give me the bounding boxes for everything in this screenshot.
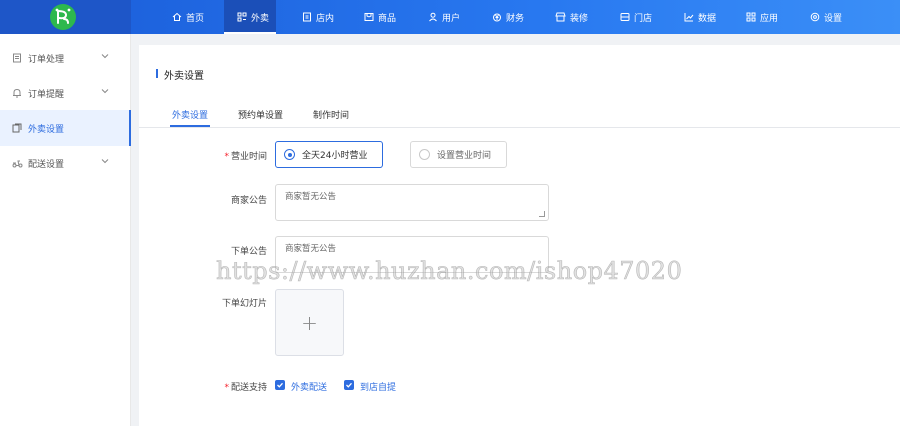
order-slides-label: 下单幻灯片	[221, 299, 267, 309]
chevron-down-icon	[101, 157, 109, 167]
chevron-down-icon	[101, 87, 109, 97]
nav-item-shop[interactable]: 门店	[620, 0, 664, 34]
required-mark: *	[224, 152, 229, 162]
delivery-support-label: * 配送支持	[207, 380, 267, 393]
top-nav-bar: 首页 外卖 店内 商品 用户 财务 装修 门店 数据 应用 设置	[0, 0, 900, 34]
brand-logo[interactable]	[0, 0, 131, 34]
nav-label: 数据	[698, 13, 717, 24]
nav-item-settings[interactable]: 设置	[810, 0, 854, 34]
nav-label: 装修	[570, 13, 589, 24]
nav-label: 商品	[378, 13, 397, 24]
sidebar-item-label: 订单处理	[28, 54, 65, 65]
sidebar-item-order-processing[interactable]: 订单处理	[0, 40, 131, 76]
page-title: 外卖设置	[156, 67, 204, 82]
check-icon	[346, 382, 352, 388]
data-chart-icon	[684, 12, 694, 22]
apps-grid-icon	[746, 12, 756, 22]
nav-item-goods[interactable]: 商品	[364, 0, 408, 34]
radio-label: 设置营业时间	[437, 151, 492, 161]
shop-icon	[620, 12, 630, 22]
nav-label: 财务	[506, 13, 525, 24]
business-hours-label: * 营业时间	[207, 149, 267, 162]
nav-item-user[interactable]: 用户	[428, 0, 472, 34]
plus-icon: +	[301, 310, 318, 335]
nav-label: 门店	[634, 13, 653, 24]
merchant-notice-textarea[interactable]: 商家暂无公告	[275, 184, 549, 221]
resize-handle-icon[interactable]	[539, 211, 545, 217]
checkbox-label-takeout[interactable]: 外卖配送	[291, 380, 327, 393]
order-doc-icon	[12, 53, 24, 63]
decoration-icon	[555, 12, 566, 22]
order-notice-textarea[interactable]: 商家暂无公告	[275, 236, 549, 273]
merchant-notice-label: 商家公告	[230, 196, 267, 206]
main-panel: 外卖设置 外卖设置 预约单设置 制作时间 * 营业时间 全天24小时营业 设置营业…	[139, 45, 900, 426]
nav-label: 外卖	[251, 13, 270, 24]
finance-icon	[492, 12, 502, 22]
radio-all-day[interactable]: 全天24小时营业	[275, 141, 383, 168]
delivery-icon	[12, 158, 24, 168]
tab-reservation-settings[interactable]: 预约单设置	[238, 108, 283, 121]
sidebar-item-label: 外卖设置	[28, 124, 65, 135]
nav-label: 首页	[186, 13, 205, 24]
order-notice-label: 下单公告	[230, 247, 267, 257]
slide-upload-button[interactable]: +	[275, 289, 344, 356]
goods-icon	[364, 12, 374, 22]
nav-label: 应用	[760, 13, 779, 24]
radio-set-hours[interactable]: 设置营业时间	[410, 141, 507, 168]
nav-item-finance[interactable]: 财务	[492, 0, 536, 34]
gear-icon	[810, 12, 820, 22]
nav-item-home[interactable]: 首页	[172, 0, 216, 34]
sidebar-item-order-reminder[interactable]: 订单提醒	[0, 75, 131, 111]
takeout-icon	[237, 12, 247, 22]
label-text: 营业时间	[230, 152, 267, 162]
sidebar-item-label: 配送设置	[28, 159, 65, 170]
user-icon	[428, 12, 438, 22]
radio-unchecked-icon	[419, 149, 430, 160]
sidebar-item-label: 订单提醒	[28, 89, 65, 100]
nav-item-data[interactable]: 数据	[684, 0, 728, 34]
nav-label: 设置	[824, 13, 843, 24]
home-icon	[172, 12, 182, 22]
settings-tabs: 外卖设置 预约单设置 制作时间	[139, 101, 900, 128]
tab-production-time[interactable]: 制作时间	[313, 108, 349, 121]
label-text: 配送支持	[230, 383, 267, 393]
checkbox-self-pickup[interactable]	[344, 380, 354, 390]
checkbox-takeout-delivery[interactable]	[275, 380, 285, 390]
checkbox-label-pickup[interactable]: 到店自提	[360, 380, 396, 393]
logo-icon	[50, 4, 76, 30]
settings-doc-icon	[12, 123, 24, 133]
nav-label: 店内	[316, 13, 335, 24]
bell-icon	[12, 88, 24, 98]
nav-item-takeout[interactable]: 外卖	[224, 0, 276, 34]
sidebar-item-delivery-settings[interactable]: 配送设置	[0, 145, 131, 181]
nav-item-decoration[interactable]: 装修	[555, 0, 599, 34]
nav-item-apps[interactable]: 应用	[746, 0, 790, 34]
sidebar: 订单处理 订单提醒 外卖设置 配送设置	[0, 34, 131, 426]
radio-label: 全天24小时营业	[302, 151, 368, 161]
required-mark: *	[224, 383, 229, 393]
check-icon	[277, 382, 283, 388]
sidebar-item-takeout-settings[interactable]: 外卖设置	[0, 110, 131, 146]
chevron-down-icon	[101, 52, 109, 62]
nav-label: 用户	[442, 13, 461, 24]
nav-item-store-inside[interactable]: 店内	[302, 0, 346, 34]
store-inside-icon	[302, 12, 312, 22]
radio-checked-icon	[284, 149, 295, 160]
tab-takeout-settings[interactable]: 外卖设置	[169, 108, 211, 127]
